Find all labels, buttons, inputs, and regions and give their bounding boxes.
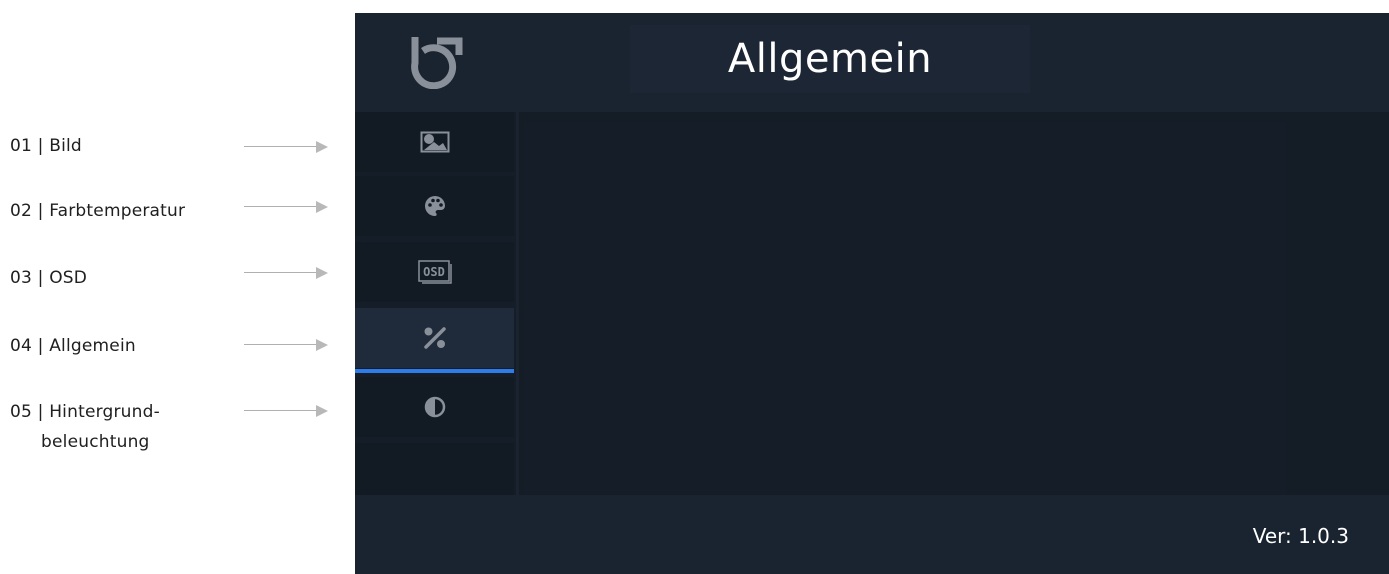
annotation-number: 01 xyxy=(10,136,33,156)
annotation-separator: | xyxy=(37,336,44,356)
page-title: Allgemein xyxy=(630,25,1030,93)
brand-logo-icon xyxy=(405,33,467,89)
active-indicator xyxy=(355,369,514,373)
osd-footer: Ver: 1.0.3 xyxy=(355,495,1389,574)
contrast-icon xyxy=(424,396,446,418)
annotation-separator: | xyxy=(37,136,44,156)
annotation-label: Bild xyxy=(49,136,82,156)
annotation-number: 03 xyxy=(10,268,33,288)
annotation-label: Hintergrund- xyxy=(49,402,160,422)
tools-icon xyxy=(423,326,447,350)
osd-header: Allgemein xyxy=(355,13,1389,112)
arrow-icon xyxy=(244,266,330,280)
osd-icon-text: OSD xyxy=(423,265,445,279)
annotation-separator: | xyxy=(37,201,44,221)
annotation-separator: | xyxy=(37,268,44,288)
palette-icon xyxy=(424,195,446,217)
content-panel xyxy=(519,112,1389,495)
menu-item-picture[interactable] xyxy=(355,112,514,172)
annotation-label: OSD xyxy=(49,268,88,288)
annotation-general: 04 | Allgemein xyxy=(10,331,136,361)
arrow-icon xyxy=(244,140,330,154)
menu-empty-slot xyxy=(355,443,514,495)
menu-item-color-temperature[interactable] xyxy=(355,176,514,236)
osd-icon: OSD xyxy=(417,260,452,284)
arrow-icon xyxy=(244,200,330,214)
arrow-icon xyxy=(244,404,330,418)
annotation-label-continuation: beleuchtung xyxy=(41,432,150,452)
version-label: Ver: 1.0.3 xyxy=(1252,524,1349,548)
menu-sidebar: OSD xyxy=(355,112,516,495)
annotation-number: 04 xyxy=(10,336,33,356)
menu-item-general[interactable] xyxy=(355,308,514,368)
menu-item-osd[interactable]: OSD xyxy=(355,242,514,302)
annotation-color-temperature: 02 | Farbtemperatur xyxy=(10,196,185,226)
arrow-icon xyxy=(244,338,330,352)
annotation-number: 05 xyxy=(10,402,33,422)
annotation-number: 02 xyxy=(10,201,33,221)
menu-item-backlight[interactable] xyxy=(355,377,514,437)
annotation-osd: 03 | OSD xyxy=(10,263,87,293)
annotation-separator: | xyxy=(37,402,44,422)
annotation-backlight: 05 | Hintergrund- beleuchtung xyxy=(10,397,160,457)
annotation-label: Farbtemperatur xyxy=(49,201,186,221)
content-area xyxy=(524,122,1286,495)
annotation-label: Allgemein xyxy=(49,336,136,356)
annotation-picture: 01 | Bild xyxy=(10,131,82,161)
osd-screen: Allgemein OSD Ver: 1.0.3 xyxy=(355,13,1389,574)
picture-icon xyxy=(420,131,450,153)
